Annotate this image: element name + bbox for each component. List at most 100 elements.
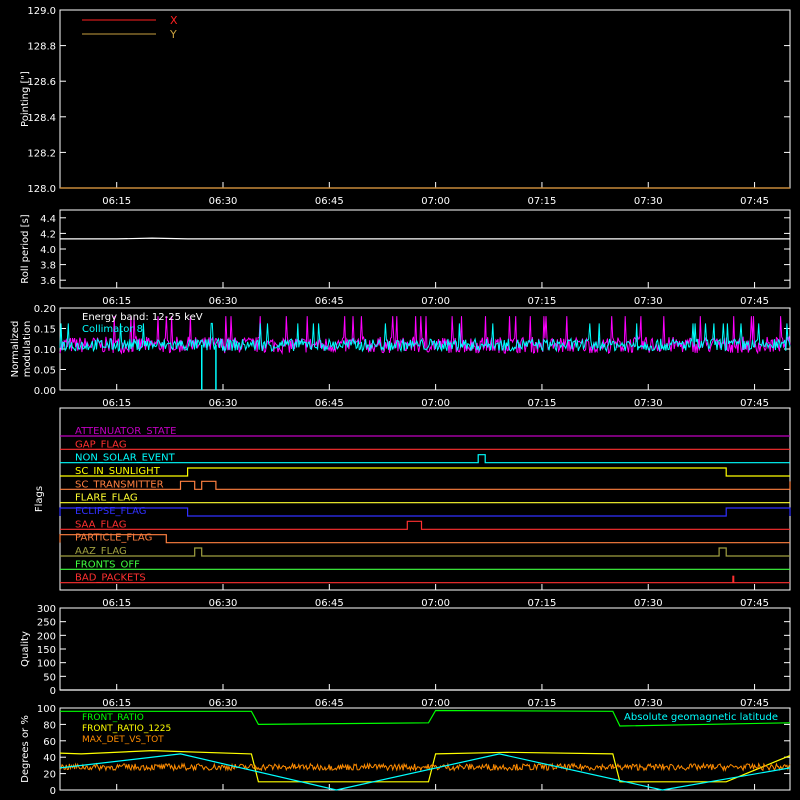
y-tick-label: 128.0: [27, 184, 56, 195]
y-tick-label: 0.15: [34, 325, 56, 336]
flag-label: FRONTS_OFF: [75, 559, 140, 570]
x-tick-label: 06:45: [315, 296, 344, 307]
flag-label: SAA_FLAG: [75, 519, 126, 530]
panel-frame: [59, 209, 791, 289]
y-tick-label: 0: [50, 686, 56, 697]
y-tick-label: 80: [43, 720, 56, 731]
chart-figure: Pointing ["] 129.0 128.8 128.6 128.4 128.2 128…: [0, 0, 800, 800]
x-tick-label: 07:30: [634, 296, 663, 307]
x-tick-label: 07:15: [528, 296, 557, 307]
y-tick-label: 0: [50, 786, 56, 797]
y-tick-label: 250: [37, 618, 56, 629]
x-tick-label: 06:30: [209, 196, 238, 207]
y-tick-label: 129.0: [27, 6, 56, 17]
x-tick-label: 06:15: [102, 196, 131, 207]
x-tick-label: 07:30: [634, 598, 663, 609]
x-tick-label: 06:30: [209, 598, 238, 609]
series-line: [60, 237, 790, 240]
flag-label: GAP_FLAG: [75, 439, 127, 450]
y-axis-label: modulation: [22, 321, 33, 378]
flag-trace: [60, 467, 790, 477]
y-tick-label: 300: [37, 604, 56, 615]
y-tick-label: 4.0: [40, 245, 56, 256]
x-tick-label: 07:45: [740, 196, 769, 207]
y-tick-label: 100: [37, 659, 56, 670]
flag-label: FLARE_FLAG: [75, 493, 138, 504]
x-tick-label: 06:30: [209, 398, 238, 409]
y-tick-label: 0.20: [34, 304, 56, 315]
x-tick-label: 06:30: [209, 698, 238, 709]
x-tick-label: 07:00: [421, 698, 450, 709]
flag-label: BAD_PACKETS: [75, 573, 146, 584]
x-tick-label: 07:00: [421, 598, 450, 609]
panel-frame: [59, 607, 791, 691]
y-tick-label: 4.2: [40, 229, 56, 240]
y-tick-label: 40: [43, 753, 56, 764]
series-line: [59, 762, 791, 772]
y-tick-label: 150: [37, 645, 56, 656]
flag-trace: [60, 480, 791, 490]
series-line: [59, 753, 791, 791]
y-tick-label: 50: [43, 672, 56, 683]
x-tick-label: 07:45: [740, 598, 769, 609]
x-tick-label: 07:15: [528, 598, 557, 609]
y-axis-label: Roll period [s]: [20, 214, 31, 283]
flag-trace: [60, 547, 790, 557]
y-tick-label: 60: [43, 737, 56, 748]
legend-label: FRONT_RATIO: [82, 713, 144, 723]
flag-trace: [59, 507, 791, 517]
y-tick-label: 128.8: [27, 42, 56, 53]
x-tick-label: 07:45: [740, 398, 769, 409]
flag-label: SC_IN_SUNLIGHT: [75, 466, 161, 477]
y-tick-label: 200: [37, 631, 56, 642]
x-tick-label: 06:45: [315, 398, 344, 409]
y-tick-label: 20: [43, 770, 56, 781]
y-tick-label: 4.4: [40, 214, 56, 225]
legend-label: Y: [169, 28, 177, 41]
x-tick-label: 06:45: [315, 698, 344, 709]
x-tick-label: 06:15: [102, 398, 131, 409]
y-tick-label: 3.6: [40, 276, 56, 287]
y-tick-label: 128.4: [27, 113, 56, 124]
x-tick-label: 06:30: [209, 296, 238, 307]
x-tick-label: 07:00: [421, 398, 450, 409]
x-tick-label: 07:00: [421, 296, 450, 307]
flag-trace: [60, 520, 790, 530]
y-tick-label: 128.2: [27, 148, 56, 159]
x-tick-label: 06:45: [315, 598, 344, 609]
x-tick-label: 07:15: [528, 398, 557, 409]
y-tick-label: 3.8: [40, 261, 56, 272]
x-tick-label: 06:15: [102, 296, 131, 307]
x-tick-label: 07:15: [528, 698, 557, 709]
y-tick-label: 0.05: [34, 366, 56, 377]
x-tick-label: 06:15: [102, 698, 131, 709]
y-tick-label: 100: [37, 704, 56, 715]
x-tick-label: 06:15: [102, 598, 131, 609]
annotation: Energy band: 12-25 keV: [82, 312, 203, 323]
y-axis-label: Degrees or %: [20, 715, 31, 783]
x-tick-label: 07:30: [634, 698, 663, 709]
flag-label: NON_SOLAR_EVENT: [75, 453, 176, 464]
y-tick-label: 0.00: [34, 386, 56, 397]
x-tick-label: 07:45: [740, 698, 769, 709]
x-tick-label: 07:15: [528, 196, 557, 207]
flag-label: SC_TRANSMITTER: [75, 479, 164, 490]
legend-label: FRONT_RATIO_1225: [82, 724, 171, 734]
y-axis-label: Normalized: [10, 321, 21, 378]
chart-canvas: Pointing ["]129.0128.8128.6128.4128.2128…: [10, 6, 791, 797]
y-tick-label: 128.6: [27, 77, 56, 88]
flag-label: ATTENUATOR_STATE: [75, 426, 176, 437]
annotation: Collimator 8: [82, 324, 143, 335]
legend-label: Absolute geomagnetic latitude: [624, 712, 778, 723]
legend-label: X: [170, 14, 178, 27]
y-tick-label: 0.10: [34, 345, 56, 356]
y-axis-label: Quality: [20, 631, 31, 667]
x-tick-label: 07:30: [634, 196, 663, 207]
legend-label: MAX_DET_VS_TOT: [82, 735, 164, 745]
flag-label: AAZ_FLAG: [75, 546, 127, 557]
y-axis-label: Flags: [34, 486, 45, 512]
x-tick-label: 07:00: [421, 196, 450, 207]
flag-trace: [59, 534, 790, 544]
x-tick-label: 07:45: [740, 296, 769, 307]
x-tick-label: 07:30: [634, 398, 663, 409]
